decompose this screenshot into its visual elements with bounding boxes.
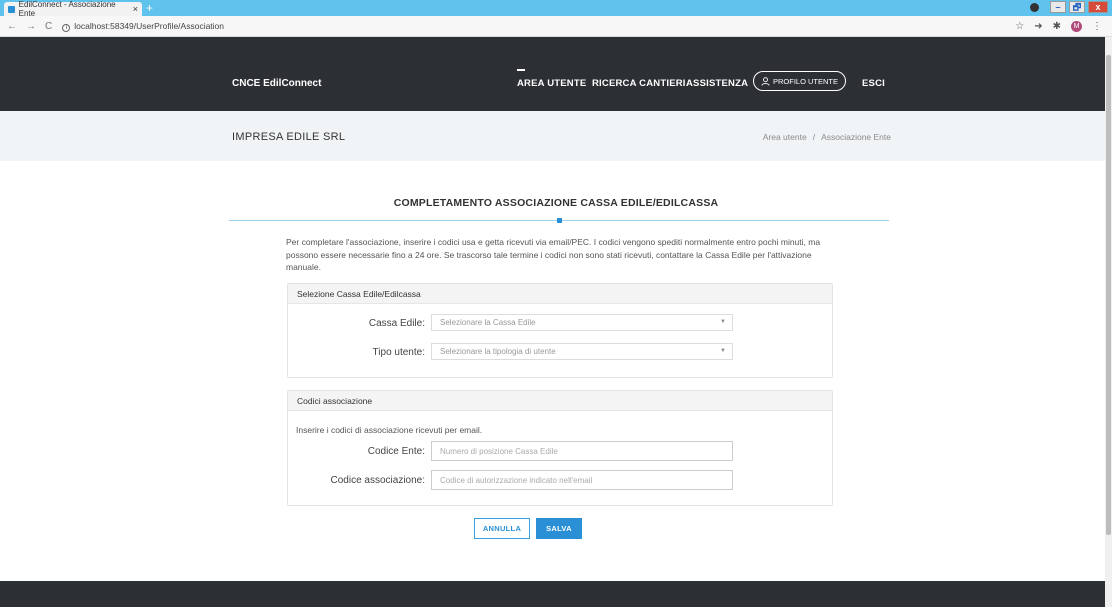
window-controls: – 🗗 x: [1030, 1, 1108, 13]
kebab-menu-icon[interactable]: ⋮: [1092, 21, 1102, 32]
title-divider-marker: [557, 218, 562, 223]
record-icon[interactable]: [1030, 2, 1039, 12]
cassa-edile-select[interactable]: Selezionare la Cassa Edile ▼: [431, 314, 733, 331]
scrollbar-thumb[interactable]: [1106, 55, 1111, 535]
navbar-top-strip: [0, 37, 1105, 51]
profile-label: PROFILO UTENTE: [772, 76, 838, 86]
codes-card-header: Codici associazione: [288, 391, 832, 411]
address-bar: ← → C i localhost:58349/UserProfile/Assoc…: [0, 16, 1112, 37]
page-scrollbar[interactable]: [1105, 37, 1112, 607]
browser-tab[interactable]: EdilConnect - Associazione Ente ×: [4, 0, 142, 18]
page-title: COMPLETAMENTO ASSOCIAZIONE CASSA EDILE/E…: [393, 197, 719, 209]
tipo-utente-value: Selezionare la tipologia di utente: [440, 347, 556, 356]
codice-ente-input[interactable]: [431, 441, 733, 461]
brand-logo[interactable]: CNCE EdilConnect: [232, 78, 321, 89]
browser-extensions: ☆ ➜ ✱ M ⋮: [1015, 20, 1102, 32]
info-icon[interactable]: i: [62, 23, 71, 32]
tipo-utente-label: Tipo utente:: [372, 347, 425, 358]
profile-avatar[interactable]: M: [1071, 20, 1082, 32]
company-name: IMPRESA EDILE SRL: [232, 131, 346, 143]
breadcrumb-item-area-utente[interactable]: Area utente: [763, 132, 807, 142]
browser-tab-strip: EdilConnect - Associazione Ente × + – 🗗 …: [0, 0, 1112, 18]
minimize-button[interactable]: –: [1050, 1, 1066, 13]
favicon-icon: [8, 5, 15, 13]
bookmark-star-icon[interactable]: ☆: [1015, 21, 1024, 32]
nav-item-ricerca-cantieri[interactable]: RICERCA CANTIERI: [592, 78, 686, 89]
breadcrumb-item-current: Associazione Ente: [821, 132, 891, 142]
url-text: localhost:58349/UserProfile/Association: [74, 20, 225, 31]
puzzle-extension-icon[interactable]: ✱: [1053, 21, 1061, 32]
breadcrumb-separator: /: [812, 132, 816, 142]
nav-item-assistenza[interactable]: ASSISTENZA: [686, 78, 748, 89]
codice-associazione-input[interactable]: [431, 470, 733, 490]
codice-associazione-label: Codice associazione:: [330, 475, 426, 486]
codice-ente-label: Codice Ente:: [367, 446, 425, 457]
sub-header: [0, 111, 1105, 161]
browser-nav: ← → C: [7, 21, 52, 32]
selection-card-header: Selezione Cassa Edile/Edilcassa: [288, 284, 832, 304]
user-icon: [761, 76, 770, 86]
chevron-down-icon: ▼: [720, 319, 726, 325]
profile-button[interactable]: PROFILO UTENTE: [753, 71, 846, 91]
back-arrow-icon[interactable]: ←: [7, 21, 17, 32]
cancel-button[interactable]: ANNULLA: [474, 518, 530, 539]
breadcrumb: Area utente / Associazione Ente: [760, 132, 894, 142]
save-button[interactable]: SALVA: [536, 518, 582, 539]
intro-text: Per completare l'associazione, inserire …: [286, 237, 821, 272]
logout-link[interactable]: ESCI: [862, 78, 885, 89]
reload-icon[interactable]: C: [45, 21, 52, 32]
close-tab-icon[interactable]: ×: [133, 4, 138, 14]
nav-item-area-utente[interactable]: AREA UTENTE: [517, 69, 586, 89]
cassa-edile-label: Cassa Edile:: [368, 318, 425, 329]
cassa-edile-value: Selezionare la Cassa Edile: [440, 318, 536, 327]
forward-arrow-icon[interactable]: →: [26, 21, 36, 32]
tipo-utente-select[interactable]: Selezionare la tipologia di utente ▼: [431, 343, 733, 360]
page-footer: [0, 581, 1105, 607]
maximize-button[interactable]: 🗗: [1069, 1, 1085, 13]
arrow-extension-icon[interactable]: ➜: [1034, 21, 1042, 32]
new-tab-button[interactable]: +: [146, 1, 153, 15]
codes-hint: Inserire i codici di associazione ricevu…: [296, 425, 483, 435]
url-field[interactable]: i localhost:58349/UserProfile/Association: [62, 21, 224, 32]
chevron-down-icon: ▼: [720, 348, 726, 354]
close-window-button[interactable]: x: [1088, 1, 1108, 13]
